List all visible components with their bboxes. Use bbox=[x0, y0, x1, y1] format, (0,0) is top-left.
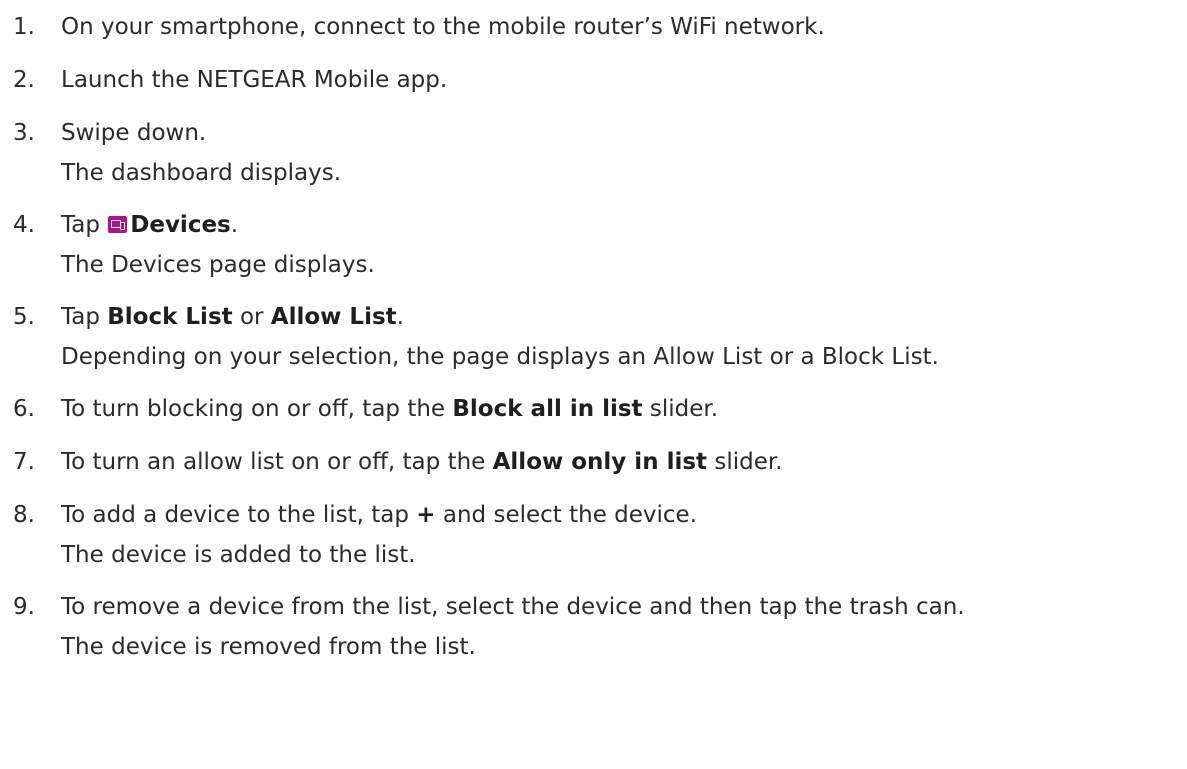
step-text-part: . bbox=[230, 212, 239, 238]
step-text-part: To turn blocking on or off, tap the bbox=[61, 396, 453, 422]
step-text-part: or bbox=[232, 304, 271, 330]
step-text-part: . bbox=[396, 304, 404, 330]
step-number: 8. bbox=[13, 502, 35, 528]
step-text-part: and select the device. bbox=[435, 502, 698, 528]
step-bold-term: + bbox=[416, 502, 436, 528]
step-text-part: Tap bbox=[61, 212, 108, 238]
step-result: The Devices page displays. bbox=[61, 252, 375, 278]
instruction-steps: 1. On your smartphone, connect to the mo… bbox=[0, 0, 1187, 769]
step-number: 1. bbox=[13, 14, 35, 40]
devices-icon bbox=[108, 216, 128, 233]
step-bold-term: Allow List bbox=[270, 304, 397, 330]
step-text: Swipe down. bbox=[61, 120, 207, 146]
step-text-part: To add a device to the list, tap bbox=[61, 502, 417, 528]
step-text: Tap Block List or Allow List. bbox=[61, 300, 404, 334]
step-result: Depending on your selection, the page di… bbox=[61, 344, 939, 370]
step-text: On your smartphone, connect to the mobil… bbox=[61, 14, 825, 40]
step-number: 9. bbox=[13, 594, 35, 620]
step-text: To turn blocking on or off, tap the Bloc… bbox=[61, 392, 718, 426]
step-result: The dashboard displays. bbox=[61, 160, 342, 186]
step-result: The device is added to the list. bbox=[61, 542, 416, 568]
step-result: The device is removed from the list. bbox=[61, 634, 476, 660]
step-bold-term: Block List bbox=[107, 304, 233, 330]
step-text: To turn an allow list on or off, tap the… bbox=[61, 445, 783, 479]
step-text: Launch the NETGEAR Mobile app. bbox=[61, 67, 448, 93]
step-text-part: slider. bbox=[707, 449, 783, 475]
step-number: 4. bbox=[13, 212, 35, 238]
step-number: 7. bbox=[13, 449, 35, 475]
step-text: To remove a device from the list, select… bbox=[61, 594, 965, 620]
step-text: To add a device to the list, tap + and s… bbox=[61, 498, 697, 532]
step-bold-term: Devices bbox=[130, 212, 231, 238]
step-number: 3. bbox=[13, 120, 35, 146]
step-text: Tap Devices. bbox=[61, 208, 238, 242]
step-text-part: Tap bbox=[61, 304, 108, 330]
step-number: 5. bbox=[13, 304, 35, 330]
step-bold-term: Block all in list bbox=[452, 396, 643, 422]
step-text-part: slider. bbox=[642, 396, 719, 422]
step-bold-term: Allow only in list bbox=[492, 449, 708, 475]
step-number: 6. bbox=[13, 396, 35, 422]
step-text-part: To turn an allow list on or off, tap the bbox=[61, 449, 493, 475]
step-number: 2. bbox=[13, 67, 35, 93]
